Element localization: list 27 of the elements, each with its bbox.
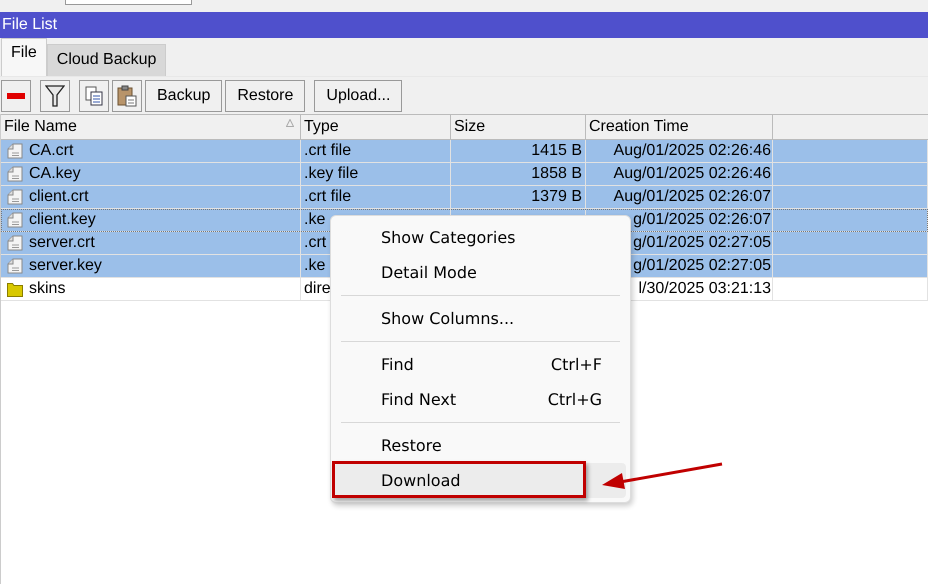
table-cell: .crt file <box>304 188 352 206</box>
file-name: skins <box>29 280 66 298</box>
table-cell: 1858 B <box>531 165 582 183</box>
shortcut-label: Ctrl+F <box>550 355 602 374</box>
file-name: server.key <box>29 257 102 275</box>
table-cell: .ke <box>304 257 326 275</box>
table-cell: .crt <box>304 234 326 252</box>
file-name: CA.key <box>29 165 81 183</box>
table-cell: g/01/2025 02:26:07 <box>633 211 771 229</box>
file-name: client.crt <box>29 188 89 206</box>
table-cell: .key file <box>304 165 358 183</box>
table-cell: 1379 B <box>531 188 582 206</box>
table-cell: Aug/01/2025 02:26:46 <box>614 142 771 160</box>
table-cell: 1415 B <box>531 142 582 160</box>
table-cell: dire <box>304 280 331 298</box>
file-name: server.crt <box>29 234 95 252</box>
file-name: CA.crt <box>29 142 74 160</box>
window-title: File List <box>2 16 58 34</box>
table-cell: Aug/01/2025 02:26:46 <box>614 165 771 183</box>
table-cell: .crt file <box>304 142 352 160</box>
table-cell: l/30/2025 03:21:13 <box>638 280 771 298</box>
file-name: client.key <box>29 211 96 229</box>
table-cell: .ke <box>304 211 326 229</box>
table-cell: g/01/2025 02:27:05 <box>633 257 771 275</box>
table-cell: g/01/2025 02:27:05 <box>633 234 771 252</box>
table-cell: Aug/01/2025 02:26:07 <box>614 188 771 206</box>
shortcut-label: Ctrl+G <box>548 390 602 409</box>
